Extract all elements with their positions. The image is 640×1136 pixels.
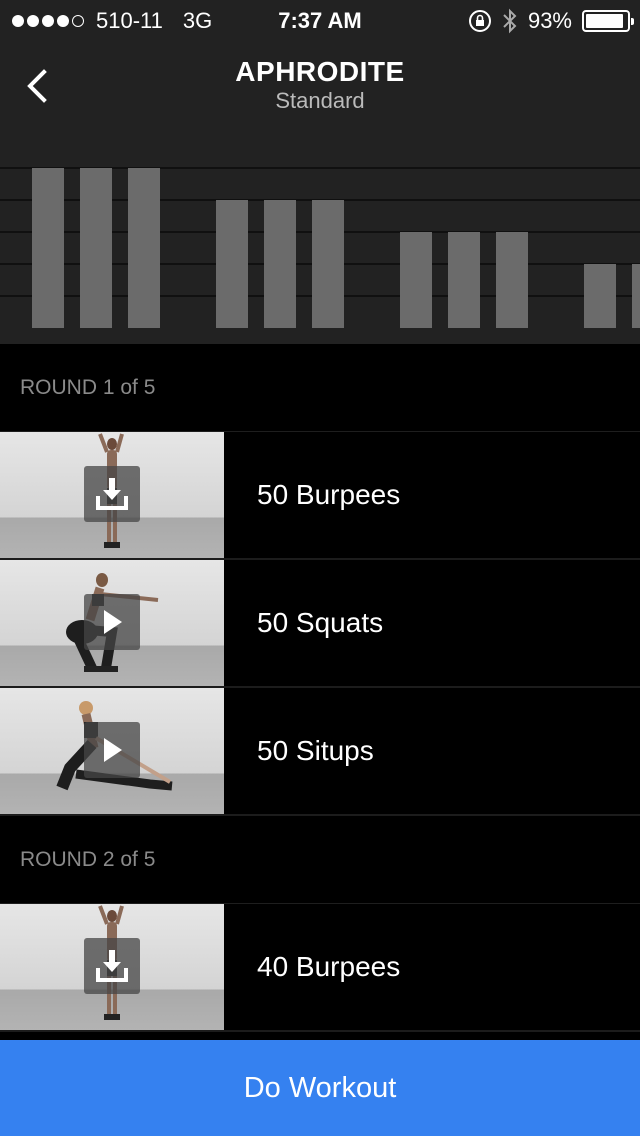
exercise-name: 40 Burpees (257, 951, 401, 982)
exercise-list[interactable]: ROUND 1 of 5 50 Burpees 50 Squats 50 Situps… (0, 344, 640, 1032)
chart-bar (80, 168, 112, 328)
chart-bar (216, 200, 248, 328)
exercise-row[interactable]: 40 Burpees (0, 904, 640, 1032)
chart-bar (32, 168, 64, 328)
download-icon (96, 950, 128, 982)
chart-bar (496, 232, 528, 328)
exercise-thumbnail[interactable] (0, 432, 224, 558)
download-button[interactable] (84, 466, 140, 522)
chart-bar (632, 264, 640, 328)
exercise-thumbnail[interactable] (0, 688, 224, 814)
orientation-lock-icon (468, 10, 491, 32)
play-icon (104, 610, 122, 634)
chart-bar (400, 232, 432, 328)
workout-intensity-chart (0, 140, 640, 344)
nav-header: APHRODITE Standard (0, 40, 640, 140)
chart-bar (584, 264, 616, 328)
play-icon (104, 738, 122, 762)
exercise-thumbnail[interactable] (0, 904, 224, 1030)
download-icon (96, 478, 128, 510)
play-button[interactable] (84, 594, 140, 650)
round-header: ROUND 2 of 5 (0, 816, 640, 904)
chart-svg (0, 167, 640, 328)
status-bar: 510-11 3G 7:37 AM 93% (0, 0, 640, 40)
chart-bar (264, 200, 296, 328)
status-right: 93% (468, 8, 634, 34)
chart-bar (128, 168, 160, 328)
battery-icon (582, 10, 634, 32)
exercise-row[interactable]: 50 Situps (0, 688, 640, 816)
round-header: ROUND 1 of 5 (0, 344, 640, 432)
exercise-thumbnail[interactable] (0, 560, 224, 686)
page-subtitle: Standard (275, 88, 365, 113)
battery-level (586, 14, 624, 28)
exercise-row[interactable]: 50 Squats (0, 560, 640, 688)
exercise-row[interactable]: 50 Burpees (0, 432, 640, 560)
chart-bar (312, 200, 344, 328)
download-button[interactable] (84, 938, 140, 994)
exercise-name: 50 Squats (257, 607, 384, 638)
chart-bar (448, 232, 480, 328)
exercise-name: 50 Burpees (257, 479, 401, 510)
play-button[interactable] (84, 722, 140, 778)
exercise-name: 50 Situps (257, 735, 374, 766)
do-workout-button[interactable]: Do Workout (0, 1040, 640, 1136)
bluetooth-icon (503, 8, 517, 34)
battery-percent: 93% (527, 8, 572, 33)
page-title: APHRODITE (235, 56, 405, 87)
